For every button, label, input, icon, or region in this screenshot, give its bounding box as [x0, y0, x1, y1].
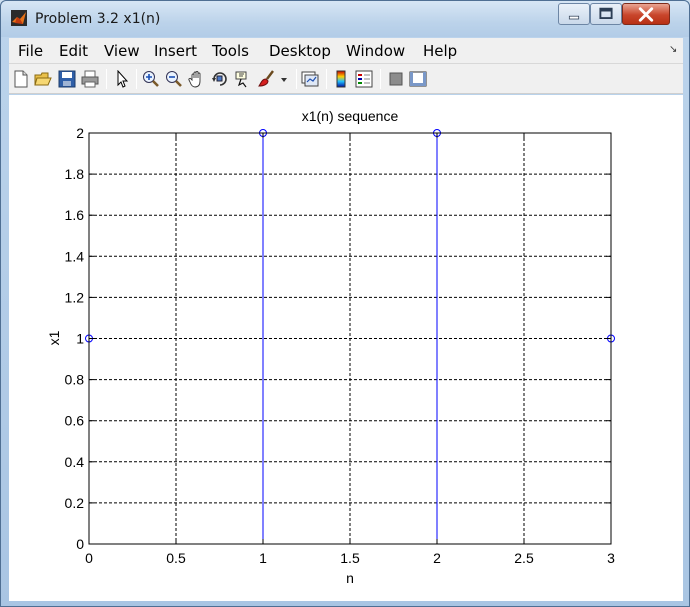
menu-window[interactable]: Window [346, 42, 405, 60]
x-tick-labels: 0 0.5 1 1.5 2 2.5 3 [85, 550, 615, 566]
colorbar-icon[interactable] [332, 70, 350, 88]
menu-desktop[interactable]: Desktop [269, 42, 331, 60]
x-axis-label: n [346, 570, 354, 586]
toolbar-separator [326, 69, 327, 89]
y-tick-label: 1.2 [65, 289, 85, 305]
toolbar-separator [136, 69, 137, 89]
brush-icon[interactable] [258, 70, 276, 88]
menu-tools[interactable]: Tools [212, 42, 249, 60]
x-tick-label: 2 [433, 550, 441, 566]
open-file-icon[interactable] [34, 70, 52, 88]
dropdown-arrow-icon[interactable] [279, 70, 289, 88]
menu-bar: File Edit View Insert Tools Desktop Wind… [9, 38, 683, 64]
menu-insert[interactable]: Insert [154, 42, 197, 60]
zoom-out-icon[interactable] [165, 70, 183, 88]
rotate-3d-icon[interactable] [211, 70, 229, 88]
x-tick-label: 0.5 [166, 550, 186, 566]
x-tick-label: 3 [607, 550, 615, 566]
y-tick-label: 1.8 [65, 166, 85, 182]
zoom-in-icon[interactable] [142, 70, 160, 88]
minimize-button[interactable] [558, 3, 590, 25]
link-plot-icon[interactable] [301, 70, 319, 88]
figure-toolbar [9, 64, 683, 94]
y-tick-label: 0.6 [65, 413, 85, 429]
x-tick-label: 1 [259, 550, 267, 566]
maximize-icon [599, 7, 613, 19]
y-tick-label: 1.4 [65, 248, 85, 264]
figure-window: Problem 3.2 x1(n) File Edit View Insert … [0, 0, 690, 607]
x-tick-label: 0 [85, 550, 93, 566]
chart-title: x1(n) sequence [302, 108, 399, 124]
y-tick-label: 0.8 [65, 372, 85, 388]
window-title: Problem 3.2 x1(n) [35, 11, 161, 27]
show-plot-tools-icon[interactable] [409, 70, 427, 88]
arrow-pointer-icon[interactable] [113, 70, 131, 88]
y-tick-label: 1 [76, 331, 84, 347]
stem-plot: 0 0.5 1 1.5 2 2.5 3 0 0.2 0.4 0.6 0.8 1 1.2 1.4 1.6 1.8… [46, 108, 615, 586]
menu-overflow-arrow-icon[interactable]: ↘ [669, 44, 677, 55]
menu-edit[interactable]: Edit [59, 42, 88, 60]
new-figure-icon[interactable] [12, 70, 30, 88]
data-cursor-icon[interactable] [234, 70, 252, 88]
maximize-button[interactable] [590, 3, 622, 25]
y-axis-label: x1 [46, 330, 62, 345]
y-tick-label: 0.2 [65, 495, 85, 511]
close-icon [638, 7, 654, 22]
y-tick-label: 1.6 [65, 207, 85, 223]
save-icon[interactable] [58, 70, 76, 88]
y-tick-label: 2 [76, 125, 84, 141]
x-tick-label: 2.5 [514, 550, 534, 566]
matlab-app-icon [11, 10, 27, 26]
close-button[interactable] [622, 3, 670, 25]
toolbar-separator [106, 69, 107, 89]
y-tick-label: 0 [76, 536, 84, 552]
menu-file[interactable]: File [18, 42, 43, 60]
menu-view[interactable]: View [104, 42, 140, 60]
toolbar-separator [380, 69, 381, 89]
minimize-icon [568, 15, 580, 20]
y-tick-label: 0.4 [65, 454, 85, 470]
menu-help[interactable]: Help [423, 42, 457, 60]
title-bar[interactable]: Problem 3.2 x1(n) [1, 1, 689, 37]
x-tick-label: 1.5 [340, 550, 360, 566]
legend-icon[interactable] [355, 70, 373, 88]
y-tick-labels: 0 0.2 0.4 0.6 0.8 1 1.2 1.4 1.6 1.8 2 [65, 125, 85, 552]
pan-hand-icon[interactable] [188, 70, 206, 88]
figure-canvas: 0 0.5 1 1.5 2 2.5 3 0 0.2 0.4 0.6 0.8 1 1.2 1.4 1.6 1.8… [9, 95, 683, 601]
toolbar-separator [296, 69, 297, 89]
print-icon[interactable] [81, 70, 99, 88]
hide-plot-tools-icon[interactable] [387, 70, 405, 88]
